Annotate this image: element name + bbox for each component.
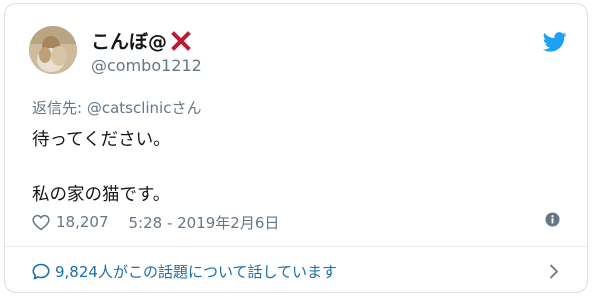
tweet-text-line: 私の家の猫です。 [32,185,171,205]
tweet-meta-row: 18,207 5:28 - 2019年2月6日 [32,211,279,233]
like-count[interactable]: 18,207 [56,213,109,231]
info-icon[interactable] [545,212,560,227]
reply-to-label[interactable]: 返信先: @catsclinicさん [32,97,201,118]
avatar-photo [29,26,77,74]
timestamp[interactable]: 5:28 - 2019年2月6日 [129,212,280,233]
avatar[interactable] [29,26,77,74]
red-x-icon [171,30,191,51]
conversation-text: 9,824人がこの話題について話しています [55,263,338,281]
tweet-text-line: 待ってください。 [32,130,171,150]
speech-bubble-icon [32,263,50,280]
conversation-link[interactable]: 9,824人がこの話題について話しています [5,247,587,292]
display-name-text: こんぼ@ [91,31,168,53]
chevron-right-icon [550,264,558,279]
display-name[interactable]: こんぼ@ [91,27,192,54]
heart-icon[interactable] [32,214,50,231]
user-handle[interactable]: @combo1212 [91,56,202,75]
twitter-bird-icon[interactable] [543,32,567,52]
tweet-card: こんぼ@ @combo1212 返信先: @catsclinicさん 待ってくだ… [4,3,588,293]
